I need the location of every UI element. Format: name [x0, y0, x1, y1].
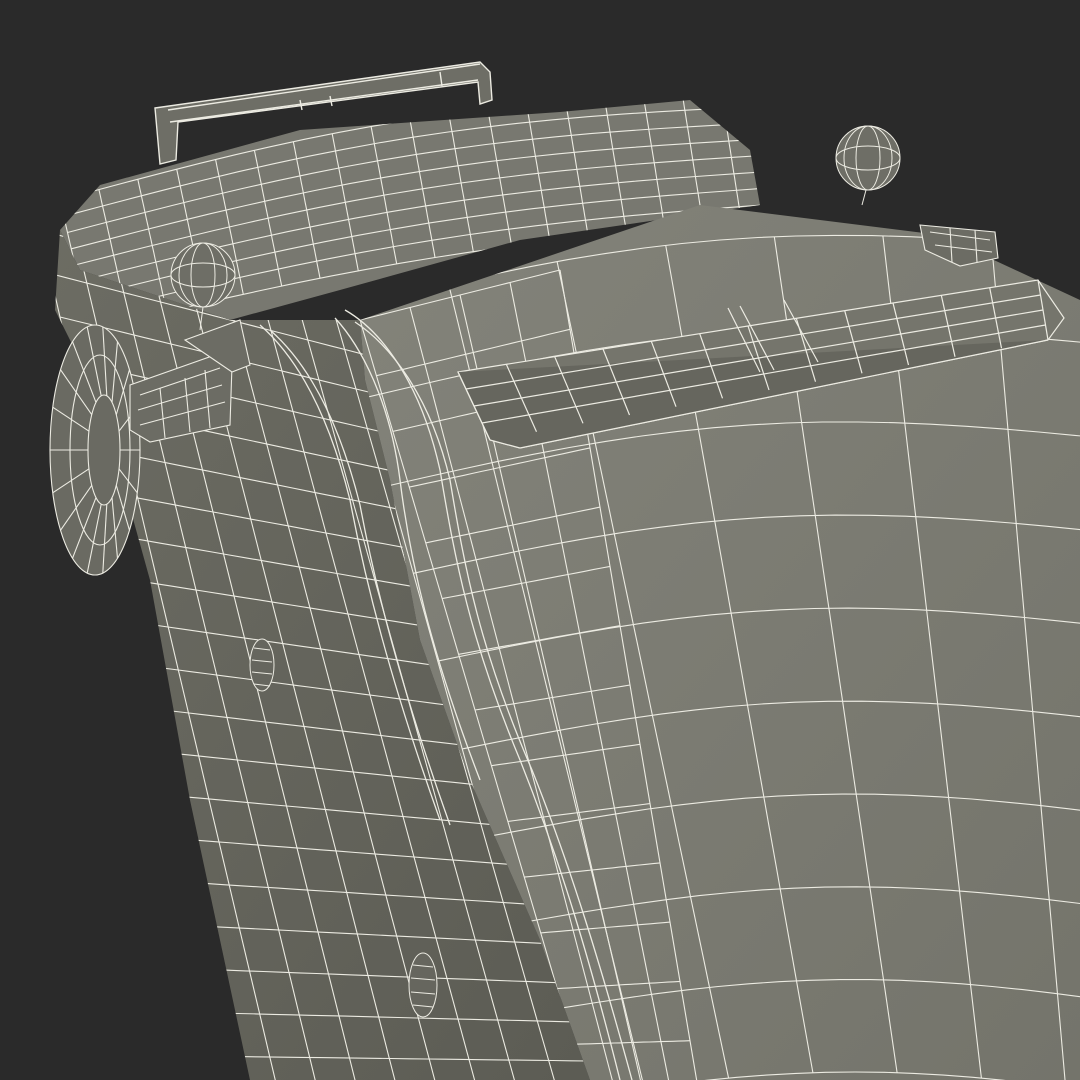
wireframe-car-render	[0, 0, 1080, 1080]
render-viewport	[0, 0, 1080, 1080]
rear-wheel	[49, 324, 141, 576]
